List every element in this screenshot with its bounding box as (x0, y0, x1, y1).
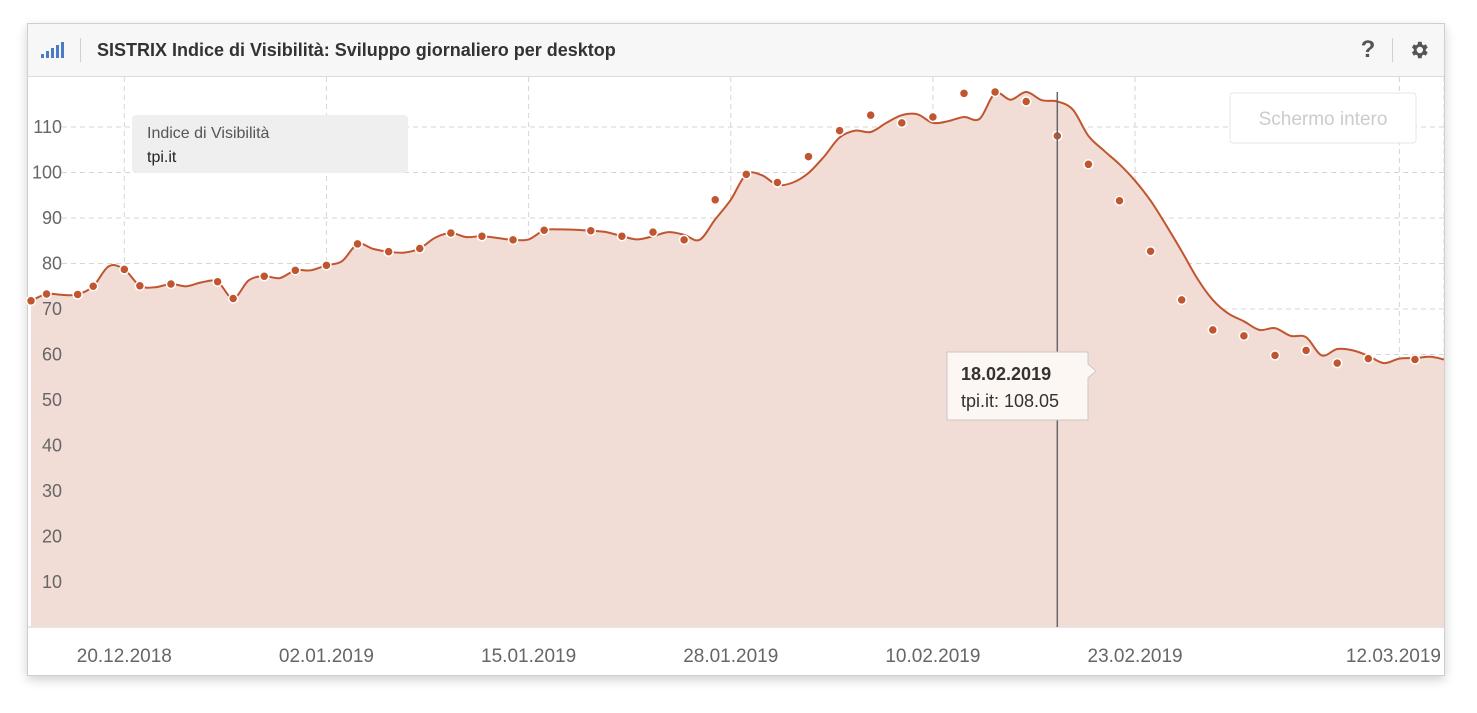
data-point[interactable] (445, 227, 457, 239)
x-tick-label: 12.03.2019 (1346, 646, 1441, 667)
data-point[interactable] (414, 243, 425, 254)
data-point[interactable] (834, 125, 845, 136)
x-tick-label: 23.02.2019 (1088, 646, 1183, 667)
data-point[interactable] (803, 151, 814, 162)
x-axis-labels: 20.12.2018 02.01.2019 15.01.2019 28.01.2019… (77, 646, 1441, 667)
data-point[interactable] (72, 289, 83, 300)
data-point[interactable] (1083, 159, 1094, 170)
y-tick-label: 40 (42, 436, 62, 456)
data-point[interactable] (927, 111, 939, 123)
data-point[interactable] (1207, 324, 1219, 336)
y-tick-label: 60 (42, 345, 62, 365)
data-point[interactable] (352, 238, 363, 250)
data-point[interactable] (616, 230, 628, 242)
x-tick-label: 15.01.2019 (481, 646, 576, 667)
y-tick-label: 70 (42, 299, 62, 319)
tooltip-value: tpi.it: 108.05 (961, 391, 1059, 411)
x-tick-label: 10.02.2019 (885, 646, 980, 667)
data-point[interactable] (259, 270, 270, 282)
data-point[interactable] (227, 293, 239, 304)
data-point[interactable] (383, 246, 394, 257)
data-point[interactable] (1331, 357, 1343, 369)
data-point[interactable] (1176, 294, 1187, 306)
data-point[interactable] (1145, 245, 1156, 257)
data-point[interactable] (321, 260, 332, 271)
data-point[interactable] (1114, 195, 1125, 206)
y-tick-label: 30 (42, 481, 62, 501)
data-point[interactable] (989, 86, 1001, 98)
data-point[interactable] (290, 265, 301, 276)
y-tick-label: 90 (42, 208, 62, 228)
data-point[interactable] (865, 109, 876, 121)
data-point[interactable] (25, 295, 37, 307)
data-point[interactable] (119, 264, 130, 275)
data-point[interactable] (772, 177, 783, 188)
data-point[interactable] (41, 288, 52, 300)
y-tick-label: 80 (42, 254, 62, 274)
data-point[interactable] (165, 278, 177, 290)
x-tick-label: 20.12.2018 (77, 646, 172, 667)
legend-box: Indice di Visibilità tpi.it (132, 115, 408, 173)
tooltip-date: 18.02.2019 (961, 364, 1051, 384)
data-point[interactable] (896, 117, 908, 129)
y-tick-label: 10 (42, 572, 62, 592)
data-point[interactable] (87, 281, 99, 292)
data-point[interactable] (538, 225, 550, 236)
data-point[interactable] (134, 280, 146, 292)
data-point[interactable] (507, 234, 519, 246)
data-point[interactable] (1238, 330, 1250, 342)
x-tick-label: 02.01.2019 (279, 646, 374, 667)
y-tick-label: 50 (42, 390, 62, 410)
data-point[interactable] (1300, 345, 1312, 356)
data-point[interactable] (1020, 96, 1032, 107)
data-point[interactable] (741, 169, 752, 180)
data-point[interactable] (709, 194, 721, 206)
data-point[interactable] (1269, 350, 1281, 361)
data-point[interactable] (1409, 354, 1421, 365)
visibility-chart: 10 20 30 40 50 60 70 80 90 100 110 20.12.2018 02.01… (25, 77, 1445, 667)
data-point[interactable] (212, 276, 223, 287)
data-point[interactable] (585, 225, 597, 236)
data-point[interactable] (1363, 353, 1374, 364)
data-point[interactable] (647, 226, 659, 238)
legend-title: Indice di Visibilità (147, 125, 270, 142)
data-point[interactable] (958, 88, 970, 99)
data-point[interactable] (476, 230, 488, 242)
fullscreen-button[interactable]: Schermo intero (1229, 92, 1417, 144)
y-tick-label: 100 (32, 163, 62, 183)
x-tick-label: 28.01.2019 (683, 646, 778, 667)
y-tick-label: 20 (42, 527, 62, 547)
fullscreen-button-label: Schermo intero (1259, 109, 1388, 130)
data-point[interactable] (678, 234, 690, 246)
y-tick-label: 110 (33, 117, 62, 137)
tooltip: 18.02.2019 tpi.it: 108.05 (946, 351, 1097, 421)
legend-series-name: tpi.it (147, 149, 177, 166)
